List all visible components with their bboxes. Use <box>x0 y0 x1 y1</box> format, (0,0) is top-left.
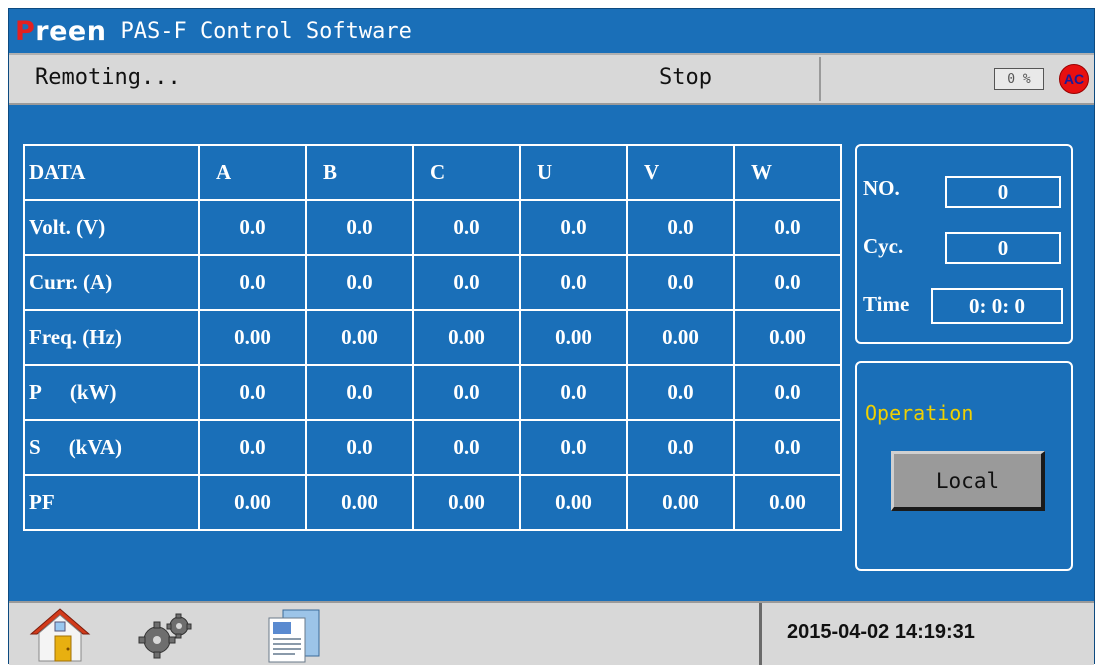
time-value: 0: 0: 0 <box>931 288 1063 324</box>
table-header-cell: A <box>198 144 307 201</box>
table-cell: 0.0 <box>305 364 414 421</box>
row-label-text: P <box>29 380 42 404</box>
date-time: 2015-04-02 14:19:31 <box>787 621 975 643</box>
ac-indicator: AC <box>1059 64 1089 94</box>
table-header-cell: U <box>519 144 628 201</box>
table-row-frequency: Freq. (Hz) 0.00 0.00 0.00 0.00 0.00 0.00 <box>23 309 842 366</box>
table-cell: 0.00 <box>198 474 307 531</box>
bottom-divider <box>759 603 762 665</box>
table-cell: 0.00 <box>519 474 628 531</box>
table-header-row: DATA A B C U V W <box>23 144 842 201</box>
table-cell: 0.0 <box>519 199 628 256</box>
table-cell: 0.0 <box>412 254 521 311</box>
table-row-current: Curr. (A) 0.0 0.0 0.0 0.0 0.0 0.0 <box>23 254 842 311</box>
row-label: PF <box>23 474 200 531</box>
table-cell: 0.0 <box>733 364 842 421</box>
table-cell: 0.0 <box>626 199 735 256</box>
table-header-cell: B <box>305 144 414 201</box>
table-row-power-factor: PF 0.00 0.00 0.00 0.00 0.00 0.00 <box>23 474 842 531</box>
no-label: NO. <box>863 176 900 200</box>
table-header-cell: W <box>733 144 842 201</box>
counters-panel: NO. 0 Cyc. 0 Time 0: 0: 0 <box>855 144 1073 344</box>
status-bar: Remoting... Stop 0 % AC <box>9 53 1094 105</box>
brand-logo-rest: reen <box>35 15 107 47</box>
operation-label: Operation <box>865 401 974 425</box>
table-cell: 0.0 <box>519 254 628 311</box>
cyc-label: Cyc. <box>863 234 904 258</box>
row-label: Curr. (A) <box>23 254 200 311</box>
table-cell: 0.00 <box>412 309 521 366</box>
table-cell: 0.0 <box>305 419 414 476</box>
app-title: PAS-F Control Software <box>120 18 412 44</box>
app-window: Preen PAS-F Control Software Remoting...… <box>8 8 1095 665</box>
settings-gears-icon <box>138 613 192 659</box>
row-label: Volt. (V) <box>23 199 200 256</box>
table-cell: 0.0 <box>733 419 842 476</box>
row-label: P (kW) <box>23 364 200 421</box>
table-cell: 0.00 <box>626 474 735 531</box>
table-cell: 0.0 <box>733 254 842 311</box>
table-cell: 0.00 <box>305 474 414 531</box>
time-label: Time <box>863 292 910 316</box>
cyc-value: 0 <box>945 232 1061 264</box>
table-cell: 0.00 <box>198 309 307 366</box>
home-icon <box>29 608 91 662</box>
table-cell: 0.0 <box>733 199 842 256</box>
status-divider <box>819 57 821 101</box>
table-cell: 0.0 <box>198 254 307 311</box>
measurement-table: DATA A B C U V W Volt. (V) 0.0 0.0 0.0 0… <box>23 144 842 531</box>
documents-icon <box>268 609 320 663</box>
table-cell: 0.0 <box>305 199 414 256</box>
table-cell: 0.0 <box>198 419 307 476</box>
row-label-unit: (kW) <box>69 380 117 404</box>
local-button[interactable]: Local <box>891 451 1045 511</box>
table-cell: 0.0 <box>519 364 628 421</box>
table-header-cell: C <box>412 144 521 201</box>
table-cell: 0.0 <box>412 364 521 421</box>
bottom-toolbar: 2015-04-02 14:19:31 <box>9 601 1094 665</box>
row-label-text: S <box>29 435 41 459</box>
connection-status: Remoting... <box>35 65 181 90</box>
table-row-voltage: Volt. (V) 0.0 0.0 0.0 0.0 0.0 0.0 <box>23 199 842 256</box>
row-label: S (kVA) <box>23 419 200 476</box>
table-cell: 0.00 <box>519 309 628 366</box>
table-cell: 0.0 <box>198 364 307 421</box>
operation-panel: Operation Local <box>855 361 1073 571</box>
table-cell: 0.00 <box>305 309 414 366</box>
brand-logo: Preen <box>15 16 106 47</box>
documents-button[interactable] <box>259 606 329 664</box>
home-button[interactable] <box>25 606 95 664</box>
table-cell: 0.0 <box>626 254 735 311</box>
table-cell: 0.0 <box>626 419 735 476</box>
no-value: 0 <box>945 176 1061 208</box>
table-header-cell: V <box>626 144 735 201</box>
table-cell: 0.0 <box>412 199 521 256</box>
table-row-apparent-power: S (kVA) 0.0 0.0 0.0 0.0 0.0 0.0 <box>23 419 842 476</box>
table-cell: 0.0 <box>305 254 414 311</box>
run-state: Stop <box>659 65 712 90</box>
table-cell: 0.0 <box>626 364 735 421</box>
table-cell: 0.0 <box>198 199 307 256</box>
table-header-cell: DATA <box>23 144 200 201</box>
row-label: Freq. (Hz) <box>23 309 200 366</box>
table-cell: 0.0 <box>412 419 521 476</box>
settings-button[interactable] <box>129 606 199 664</box>
table-cell: 0.00 <box>412 474 521 531</box>
table-cell: 0.00 <box>626 309 735 366</box>
table-cell: 0.00 <box>733 309 842 366</box>
progress-percent: 0 % <box>994 68 1044 90</box>
table-cell: 0.0 <box>519 419 628 476</box>
title-bar: Preen PAS-F Control Software <box>9 9 1094 53</box>
row-label-unit: (kVA) <box>68 435 122 459</box>
brand-logo-first-letter: P <box>15 15 36 47</box>
table-row-power: P (kW) 0.0 0.0 0.0 0.0 0.0 0.0 <box>23 364 842 421</box>
table-cell: 0.00 <box>733 474 842 531</box>
